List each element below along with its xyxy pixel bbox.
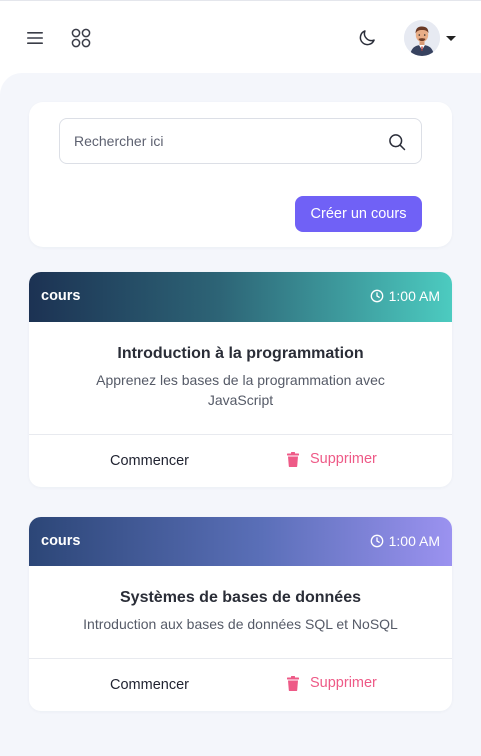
apps-button[interactable]: [68, 25, 94, 51]
course-card-actions: Commencer Supprimer: [29, 434, 452, 486]
course-tag: cours: [41, 533, 81, 549]
course-time-label: 1:00 AM: [388, 533, 440, 549]
caret-down-icon: [446, 35, 456, 41]
course-title: Systèmes de bases de données: [120, 589, 361, 606]
course-description: Apprenez les bases de la programmation a…: [96, 372, 385, 408]
theme-toggle-button[interactable]: [353, 24, 381, 52]
start-course-button[interactable]: Commencer: [110, 677, 189, 693]
hamburger-menu-icon: [27, 32, 43, 44]
course-card-actions: Commencer Supprimer: [29, 658, 452, 710]
profile-menu-button[interactable]: [403, 18, 457, 58]
search-panel: Créer un cours: [29, 102, 452, 247]
delete-label: Supprimer: [310, 675, 377, 691]
course-card-header: cours 1:00 AM: [29, 272, 452, 322]
course-card: cours 1:00 AM Systèmes de bases de donné…: [29, 517, 452, 711]
trash-icon: [287, 451, 299, 467]
create-course-button[interactable]: Créer un cours: [295, 196, 422, 232]
search-input[interactable]: [74, 119, 374, 163]
course-card-header: cours 1:00 AM: [29, 517, 452, 566]
main-content: Créer un cours cours 1:00 AM Introductio…: [0, 73, 481, 756]
course-tag: cours: [41, 288, 81, 304]
start-course-button[interactable]: Commencer: [110, 453, 189, 469]
course-description: Introduction aux bases de données SQL et…: [83, 616, 398, 632]
delete-course-button[interactable]: Supprimer: [287, 675, 377, 691]
trash-icon: [287, 675, 299, 691]
user-avatar: [404, 20, 440, 56]
delete-label: Supprimer: [310, 451, 377, 467]
apps-grid-icon: [71, 28, 91, 48]
clock-icon: [370, 534, 383, 548]
clock-icon: [370, 289, 383, 303]
delete-course-button[interactable]: Supprimer: [287, 451, 377, 467]
course-time: 1:00 AM: [370, 533, 440, 549]
course-time: 1:00 AM: [370, 288, 440, 304]
course-time-label: 1:00 AM: [388, 288, 440, 304]
course-card: cours 1:00 AM Introduction à la programm…: [29, 272, 452, 487]
search-icon[interactable]: [387, 132, 407, 152]
moon-icon: [359, 30, 375, 46]
course-title: Introduction à la programmation: [117, 345, 364, 362]
search-box: [59, 118, 422, 164]
menu-button[interactable]: [22, 25, 48, 51]
top-header: [0, 1, 481, 73]
